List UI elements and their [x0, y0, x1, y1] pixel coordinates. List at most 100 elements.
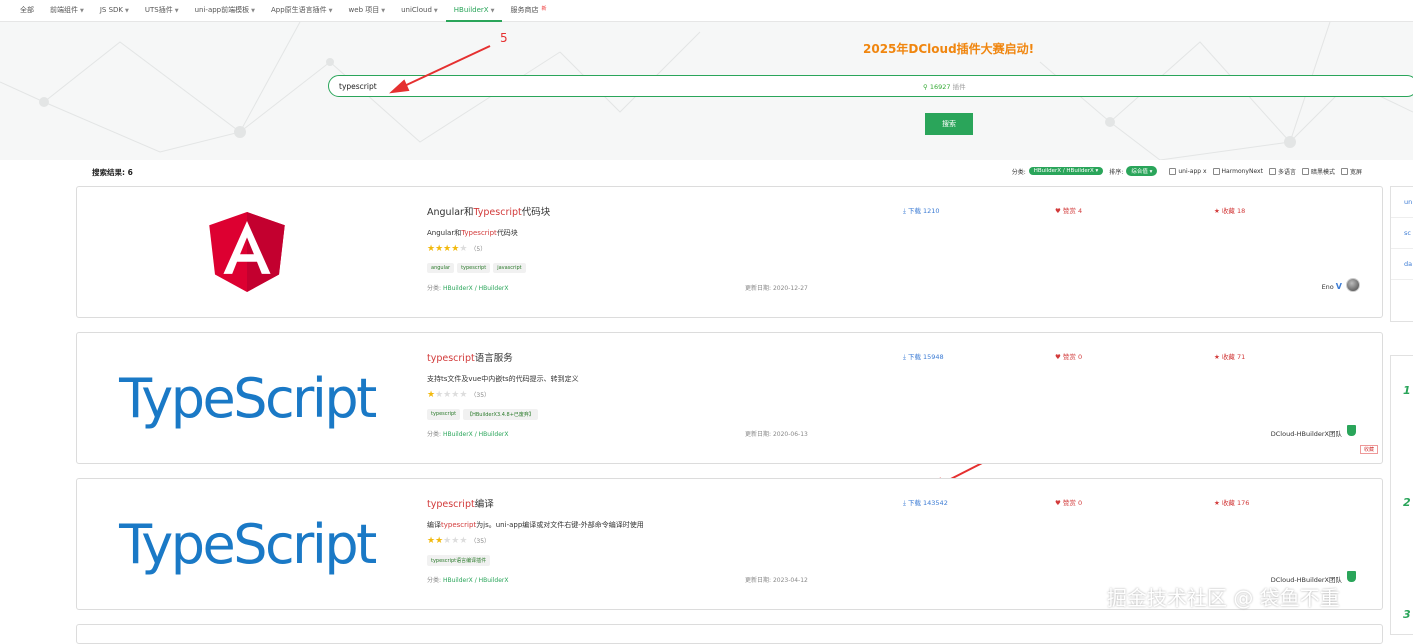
update-date: 更新日期: 2023-04-12	[745, 575, 808, 584]
category-link[interactable]: HBuilderX / HBuilderX	[443, 431, 509, 438]
side-link[interactable]: sc	[1391, 218, 1413, 249]
checkbox-label: 宽屏	[1349, 168, 1362, 176]
heart-icon: ♥	[1055, 499, 1061, 507]
checkbox-multilang[interactable]	[1268, 167, 1276, 175]
title-highlight: typescript	[427, 353, 475, 364]
official-shield-icon	[1347, 571, 1356, 582]
plugin-card[interactable]	[76, 624, 1383, 644]
tag[interactable]: typescript语言编译插件	[427, 555, 491, 566]
checkbox-widescreen[interactable]	[1340, 167, 1348, 175]
update-label: 更新日期:	[745, 577, 772, 584]
category-label: 分类:	[427, 285, 442, 292]
title-text: 编译	[474, 499, 494, 510]
typescript-logo: TypeScript	[119, 512, 377, 576]
category-dropdown[interactable]: HBuilderX / HBuilderX ▾	[1028, 167, 1104, 175]
like-count: ♥ 赞赏 0	[1055, 351, 1082, 361]
heart-icon: ♥	[1055, 207, 1061, 215]
checkbox-uni-app-x[interactable]	[1169, 167, 1177, 175]
plugin-title[interactable]: typescript语言服务	[427, 350, 513, 364]
download-text: 下载 143542	[907, 499, 948, 507]
plugin-title[interactable]: Angular和Typescript代码块	[427, 204, 550, 218]
tag-list: typescript语言编译插件	[427, 555, 493, 566]
star-icon: ★	[427, 390, 436, 400]
filter-bar: 搜索结果: 6 分类: HBuilderX / HBuilderX ▾ 排序: …	[90, 166, 1380, 180]
rank-number: 2	[1403, 496, 1411, 509]
star-empty-icon: ★	[459, 244, 468, 254]
category-label: 分类:	[427, 431, 442, 438]
star-icon: ★	[427, 244, 436, 254]
star-empty-icon: ★	[459, 536, 468, 546]
like-count: ♥ 赞赏 0	[1055, 497, 1082, 507]
official-shield-icon	[1347, 425, 1356, 436]
favorite-count: ★ 收藏 18	[1214, 205, 1245, 215]
star-icon: ★	[1214, 499, 1220, 507]
star-icon: ★	[435, 536, 444, 546]
category-label: 分类:	[1011, 168, 1026, 176]
plugin-card[interactable]: TypeScript typescript语言服务 支持ts文件及vue中内嵌t…	[76, 332, 1383, 464]
plugin-title[interactable]: typescript编译	[427, 496, 494, 510]
title-text: 语言服务	[474, 353, 513, 364]
sort-dropdown[interactable]: 综合值 ▾	[1126, 166, 1158, 176]
desc-text: 支持ts文件及vue中内嵌ts的代码提示、转到定义	[427, 375, 579, 383]
checkbox-label: 多语言	[1277, 168, 1296, 176]
tag[interactable]: javascript	[493, 263, 526, 273]
fav-text: 收藏 176	[1221, 499, 1250, 507]
tag[interactable]: typescript	[457, 263, 491, 273]
plugin-description: Angular和Typescript代码块	[427, 228, 518, 238]
tag[interactable]: angular	[427, 263, 455, 273]
category-link[interactable]: HBuilderX / HBuilderX	[443, 577, 509, 584]
collect-badge[interactable]: 收藏	[1359, 445, 1378, 454]
rating: ★★★★★ （35）	[427, 536, 490, 546]
side-panel: un sc da	[1390, 186, 1413, 322]
update-date: 更新日期: 2020-06-13	[745, 429, 808, 438]
fav-text: 收藏 18	[1221, 207, 1246, 215]
author-name: DCloud-HBuilderX团队	[1270, 430, 1342, 438]
category: 分类: HBuilderX / HBuilderX	[427, 283, 508, 292]
plugin-logo[interactable]: TypeScript	[77, 479, 417, 609]
star-icon: ★	[1214, 353, 1220, 361]
typescript-logo: TypeScript	[119, 366, 377, 430]
update-date: 更新日期: 2020-12-27	[745, 283, 808, 292]
rank-number: 3	[1403, 608, 1411, 621]
verified-icon: V	[1335, 282, 1342, 291]
update-label: 更新日期:	[745, 431, 772, 438]
checkbox-harmonynext[interactable]	[1212, 167, 1220, 175]
side-link[interactable]: un	[1391, 187, 1413, 218]
update-value: 2023-04-12	[772, 577, 808, 584]
desc-highlight: Typescript	[461, 229, 497, 237]
rating-count: （35）	[470, 392, 491, 399]
author-name: Eno	[1321, 282, 1334, 291]
download-text: 下载 15948	[907, 353, 944, 361]
rating-count: （35）	[470, 538, 491, 545]
watermark: 掘金技术社区 @ 袋鱼不重	[1107, 586, 1340, 610]
category-label: 分类:	[427, 577, 442, 584]
tag[interactable]: typescript	[427, 409, 461, 420]
category-link[interactable]: HBuilderX / HBuilderX	[443, 285, 509, 292]
side-link[interactable]: da	[1391, 249, 1413, 280]
download-icon: ⤓	[903, 353, 906, 361]
plugin-description: 支持ts文件及vue中内嵌ts的代码提示、转到定义	[427, 374, 579, 384]
rating-count: （5）	[470, 246, 487, 253]
plugin-logo[interactable]: TypeScript	[77, 333, 417, 463]
title-text: 代码块	[521, 207, 551, 218]
rank-number: 1	[1403, 384, 1411, 397]
tag[interactable]: 【HBuilderX3.4.8+已废弃】	[463, 409, 538, 420]
plugin-card[interactable]: Angular和Typescript代码块 Angular和Typescript…	[76, 186, 1383, 318]
ranking-panel: 1 2 3	[1390, 355, 1413, 635]
author[interactable]: DCloud-HBuilderX团队	[1271, 428, 1342, 438]
author[interactable]: Eno V	[1322, 282, 1342, 291]
checkbox-label: HarmonyNext	[1221, 167, 1263, 175]
favorite-count: ★ 收藏 176	[1214, 497, 1249, 507]
download-count: ⤓ 下载 1210	[903, 205, 940, 216]
star-empty-icon: ★	[459, 390, 468, 400]
checkbox-dark-mode[interactable]	[1301, 167, 1309, 175]
tag-list: angular typescript javascript	[427, 263, 529, 273]
filters: 分类: HBuilderX / HBuilderX ▾ 排序: 综合值 ▾ un…	[1012, 166, 1362, 176]
tag-list: typescript 【HBuilderX3.4.8+已废弃】	[427, 409, 541, 420]
plugin-logo[interactable]	[77, 187, 417, 317]
avatar[interactable]	[1346, 278, 1360, 292]
download-count: ⤓ 下载 15948	[903, 351, 944, 362]
heart-icon: ♥	[1055, 353, 1061, 361]
desc-text: Angular和	[427, 229, 462, 237]
desc-highlight: typescript	[441, 521, 477, 529]
